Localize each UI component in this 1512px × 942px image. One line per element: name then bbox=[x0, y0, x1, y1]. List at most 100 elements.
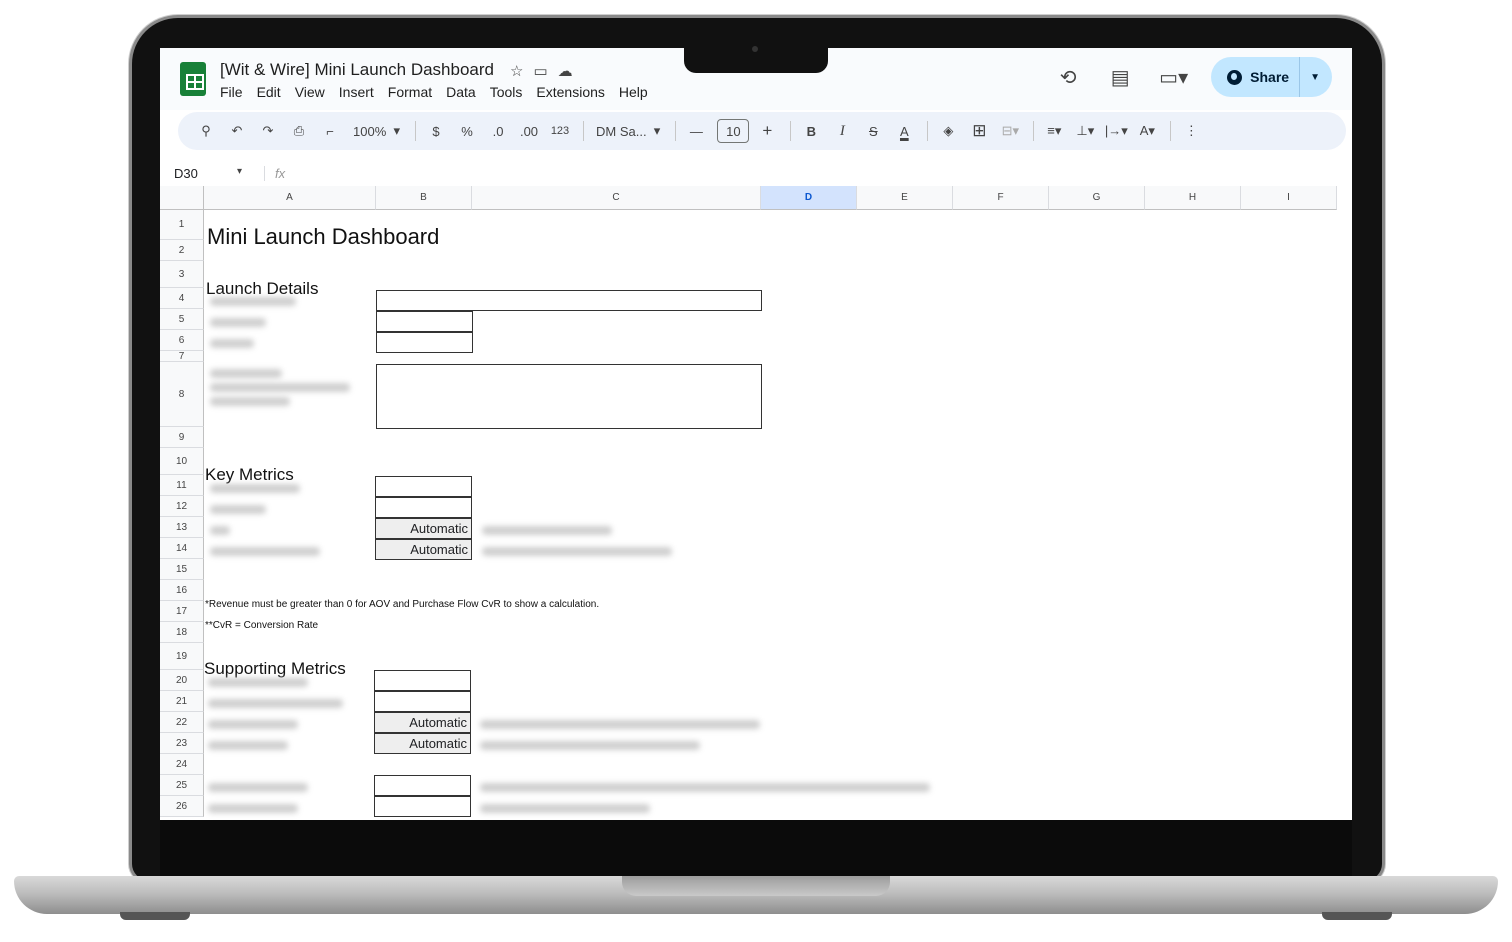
menu-tools[interactable]: Tools bbox=[490, 84, 530, 100]
sheets-logo-icon[interactable] bbox=[180, 62, 206, 96]
row-header[interactable]: 18 bbox=[160, 622, 204, 643]
row-header[interactable]: 23 bbox=[160, 733, 204, 754]
row-header[interactable]: 2 bbox=[160, 240, 204, 261]
strikethrough-icon[interactable]: S bbox=[859, 117, 887, 145]
version-history-icon[interactable]: ⟲ bbox=[1055, 65, 1081, 90]
column-header-h[interactable]: H bbox=[1145, 186, 1241, 210]
supporting-metric-input[interactable] bbox=[374, 670, 471, 691]
menu-file[interactable]: File bbox=[220, 84, 250, 100]
text-color-button[interactable]: A bbox=[890, 117, 918, 145]
column-header-g[interactable]: G bbox=[1049, 186, 1145, 210]
row-header[interactable]: 1 bbox=[160, 210, 204, 240]
name-box[interactable]: D30 bbox=[160, 166, 250, 181]
row-header[interactable]: 6 bbox=[160, 330, 204, 351]
supporting-metric-input[interactable] bbox=[374, 796, 471, 817]
row-header[interactable]: 3 bbox=[160, 261, 204, 288]
decrease-font-size-icon[interactable]: — bbox=[682, 117, 710, 145]
zoom-select[interactable]: 100% ▾ bbox=[347, 117, 406, 145]
row-header[interactable]: 10 bbox=[160, 448, 204, 475]
menu-format[interactable]: Format bbox=[388, 84, 439, 100]
italic-button[interactable]: I bbox=[828, 117, 856, 145]
column-header-e[interactable]: E bbox=[857, 186, 953, 210]
menu-help[interactable]: Help bbox=[619, 84, 655, 100]
row-header[interactable]: 17 bbox=[160, 601, 204, 622]
key-metric-input[interactable] bbox=[375, 476, 472, 497]
column-header-c[interactable]: C bbox=[472, 186, 761, 210]
row-header[interactable]: 25 bbox=[160, 775, 204, 796]
more-formats-button[interactable]: 123 bbox=[546, 117, 574, 145]
note-revenue[interactable]: *Revenue must be greater than 0 for AOV … bbox=[205, 599, 599, 610]
row-header[interactable]: 21 bbox=[160, 691, 204, 712]
launch-detail-input[interactable] bbox=[376, 332, 473, 353]
merge-cells-icon[interactable]: ⊟▾ bbox=[996, 117, 1024, 145]
comments-icon[interactable]: ▤ bbox=[1107, 65, 1133, 90]
row-header[interactable]: 7 bbox=[160, 351, 204, 362]
currency-button[interactable]: $ bbox=[422, 117, 450, 145]
undo-icon[interactable]: ↶ bbox=[223, 117, 251, 145]
font-size-input[interactable]: 10 bbox=[717, 119, 750, 143]
row-header[interactable]: 9 bbox=[160, 427, 204, 448]
launch-notes-input[interactable] bbox=[376, 364, 762, 429]
supporting-metric-automatic[interactable]: Automatic bbox=[374, 733, 471, 754]
row-header[interactable]: 11 bbox=[160, 475, 204, 496]
document-title[interactable]: [Wit & Wire] Mini Launch Dashboard bbox=[220, 60, 494, 80]
sheet-title[interactable]: Mini Launch Dashboard bbox=[207, 224, 439, 250]
cloud-status-icon[interactable]: ☁ bbox=[558, 62, 573, 80]
key-metric-automatic[interactable]: Automatic bbox=[375, 518, 472, 539]
increase-decimal-button[interactable]: .00 bbox=[515, 117, 543, 145]
key-metric-automatic[interactable]: Automatic bbox=[375, 539, 472, 560]
row-header[interactable]: 5 bbox=[160, 309, 204, 330]
section-launch-details[interactable]: Launch Details bbox=[206, 279, 318, 299]
row-header[interactable]: 8 bbox=[160, 362, 204, 427]
spreadsheet-grid[interactable]: Mini Launch Dashboard Launch Details Key… bbox=[160, 186, 1352, 820]
percent-button[interactable]: % bbox=[453, 117, 481, 145]
share-dropdown-icon[interactable]: ▼ bbox=[1300, 72, 1332, 83]
vertical-align-icon[interactable]: ⊥▾ bbox=[1071, 117, 1099, 145]
redo-icon[interactable]: ↷ bbox=[254, 117, 282, 145]
increase-font-size-icon[interactable]: + bbox=[753, 117, 781, 145]
print-icon[interactable]: ⎙ bbox=[285, 117, 313, 145]
column-header-a[interactable]: A bbox=[204, 186, 376, 210]
row-header[interactable]: 12 bbox=[160, 496, 204, 517]
font-select[interactable]: DM Sa... ▾ bbox=[590, 117, 666, 145]
column-header-b[interactable]: B bbox=[376, 186, 472, 210]
menu-data[interactable]: Data bbox=[446, 84, 483, 100]
section-supporting-metrics[interactable]: Supporting Metrics bbox=[204, 659, 346, 679]
more-options-icon[interactable]: ⋮ bbox=[1177, 117, 1205, 145]
fill-color-icon[interactable]: ◈ bbox=[934, 117, 962, 145]
bold-button[interactable]: B bbox=[797, 117, 825, 145]
decrease-decimal-button[interactable]: .0 bbox=[484, 117, 512, 145]
column-header-d[interactable]: D bbox=[761, 186, 857, 210]
supporting-metric-automatic[interactable]: Automatic bbox=[374, 712, 471, 733]
move-folder-icon[interactable]: ▭ bbox=[533, 62, 547, 80]
paint-format-icon[interactable]: ⌐ bbox=[316, 117, 344, 145]
text-rotation-icon[interactable]: A▾ bbox=[1133, 117, 1161, 145]
section-key-metrics[interactable]: Key Metrics bbox=[205, 465, 294, 485]
borders-icon[interactable]: ⊞ bbox=[965, 117, 993, 145]
supporting-metric-input[interactable] bbox=[374, 691, 471, 712]
row-header[interactable]: 14 bbox=[160, 538, 204, 559]
row-header[interactable]: 16 bbox=[160, 580, 204, 601]
share-button[interactable]: Share bbox=[1211, 57, 1301, 97]
menu-edit[interactable]: Edit bbox=[257, 84, 288, 100]
row-header[interactable]: 22 bbox=[160, 712, 204, 733]
row-header[interactable]: 19 bbox=[160, 643, 204, 670]
row-header[interactable]: 4 bbox=[160, 288, 204, 309]
note-cvr[interactable]: **CvR = Conversion Rate bbox=[205, 620, 318, 631]
launch-date-input[interactable] bbox=[376, 311, 473, 332]
menu-insert[interactable]: Insert bbox=[339, 84, 381, 100]
menu-view[interactable]: View bbox=[295, 84, 332, 100]
text-wrapping-icon[interactable]: |→▾ bbox=[1102, 117, 1130, 145]
key-metric-input[interactable] bbox=[375, 497, 472, 518]
row-header[interactable]: 20 bbox=[160, 670, 204, 691]
launch-name-input[interactable] bbox=[376, 290, 762, 311]
select-all-corner[interactable] bbox=[160, 186, 204, 210]
column-header-f[interactable]: F bbox=[953, 186, 1049, 210]
row-header[interactable]: 15 bbox=[160, 559, 204, 580]
row-header[interactable]: 24 bbox=[160, 754, 204, 775]
row-header[interactable]: 13 bbox=[160, 517, 204, 538]
horizontal-align-icon[interactable]: ≡▾ bbox=[1040, 117, 1068, 145]
column-header-i[interactable]: I bbox=[1241, 186, 1337, 210]
supporting-metric-input[interactable] bbox=[374, 775, 471, 796]
search-icon[interactable]: ⚲ bbox=[192, 117, 220, 145]
